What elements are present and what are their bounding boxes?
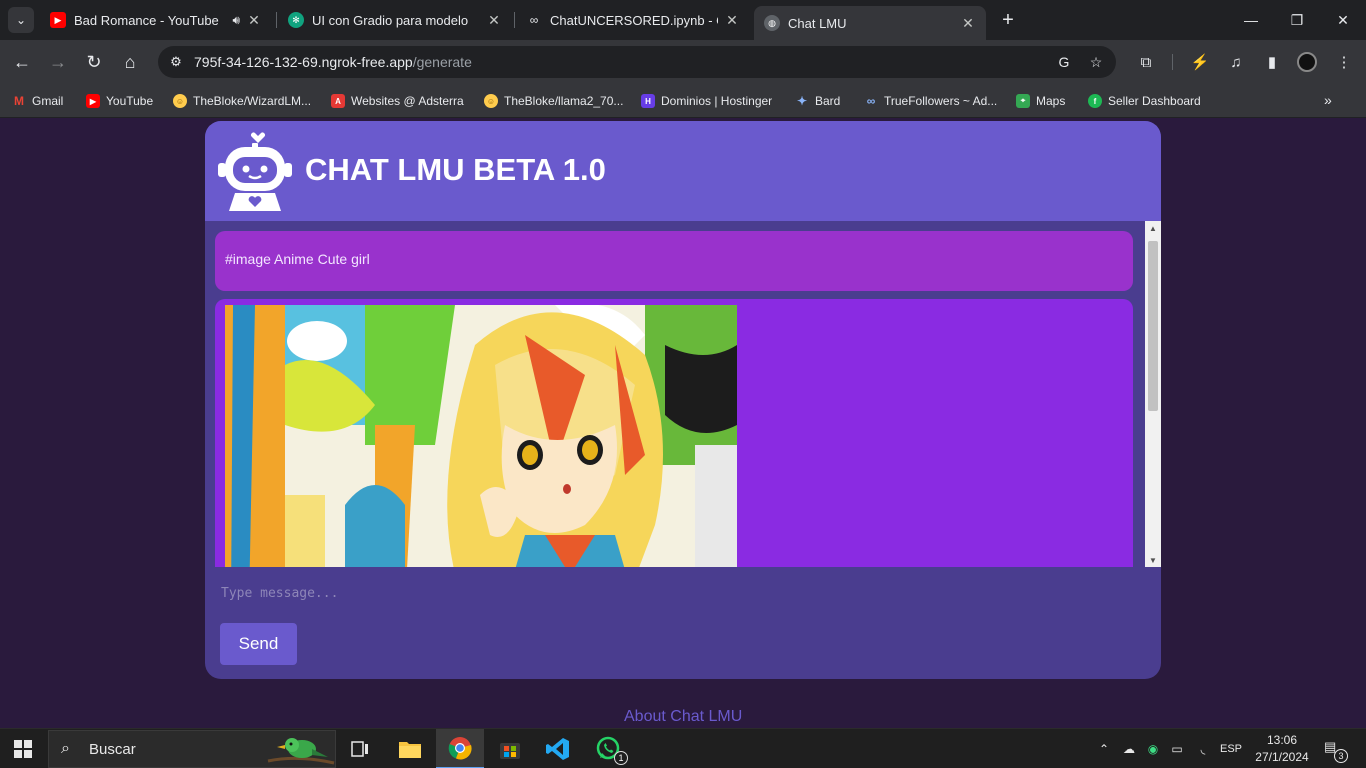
chat-container: CHAT LMU BETA 1.0 #image Anime Cute girl	[205, 121, 1161, 679]
user-message: #image Anime Cute girl	[215, 231, 1133, 291]
file-explorer-icon[interactable]	[386, 729, 434, 768]
scroll-down-icon[interactable]: ▼	[1145, 553, 1161, 567]
onedrive-icon[interactable]: ☁	[1120, 739, 1138, 759]
message-input[interactable]	[215, 579, 1135, 607]
menu-icon[interactable]: ⋮	[1332, 50, 1356, 74]
close-tab-icon[interactable]: ✕	[246, 12, 262, 29]
chat-title: CHAT LMU BETA 1.0	[305, 152, 606, 187]
gmail-icon: M	[14, 94, 24, 108]
vpn-icon[interactable]: ◉	[1144, 739, 1162, 759]
bookmark-gmail[interactable]: M Gmail	[12, 92, 63, 110]
language-indicator[interactable]: ESP	[1218, 739, 1244, 759]
url-path: /generate	[412, 54, 472, 70]
search-highlight-bird-icon	[267, 738, 335, 765]
minimize-button[interactable]: —	[1228, 0, 1274, 40]
address-bar[interactable]: ⚙ 795f-34-126-132-69.ngrok-free.app/gene…	[158, 46, 1116, 78]
about-link[interactable]: About Chat LMU	[624, 708, 742, 726]
tab-gradio[interactable]: ✻ UI con Gradio para modelo ✕	[278, 6, 512, 34]
vscode-icon[interactable]	[534, 729, 582, 768]
battery-icon[interactable]: ▭	[1168, 739, 1186, 759]
windows-start-icon[interactable]	[14, 740, 32, 758]
generated-anime-image	[225, 305, 737, 567]
close-tab-icon[interactable]: ✕	[960, 15, 976, 32]
messages-scrollbar[interactable]: ▲ ▼	[1145, 221, 1161, 567]
bookmark-wizardlm[interactable]: ☺ TheBloke/WizardLM...	[173, 92, 311, 110]
bookmarks-bar: M Gmail ▶ YouTube ☺ TheBloke/WizardLM... AW…	[0, 84, 1366, 118]
notification-count-badge: 3	[1334, 749, 1348, 763]
more-bookmarks-icon[interactable]: »	[1324, 92, 1332, 108]
search-icon: ⌕	[61, 740, 70, 757]
hostinger-icon: H	[641, 94, 655, 108]
bot-message	[215, 299, 1133, 567]
profile-avatar[interactable]	[1297, 52, 1317, 72]
bookmark-bard[interactable]: ✦ Bard	[795, 92, 840, 110]
new-tab-button[interactable]: +	[996, 8, 1020, 32]
bookmark-llama2[interactable]: ☺ TheBloke/llama2_70...	[484, 92, 623, 110]
clock-time: 13:06	[1266, 733, 1298, 747]
browser-toolbar: ← → ↻ ⌂ ⚙ 795f-34-126-132-69.ngrok-free.…	[0, 40, 1366, 84]
translate-icon[interactable]: G	[1054, 52, 1074, 72]
youtube-icon: ▶	[50, 12, 66, 28]
huggingface-icon: ☺	[484, 94, 498, 108]
send-button[interactable]: Send	[220, 623, 297, 665]
tab-bad-romance[interactable]: ▶ Bad Romance - YouTube 🔊︎ ✕	[40, 6, 272, 34]
back-icon[interactable]: ←	[8, 48, 36, 76]
bookmark-adsterra[interactable]: A Websites @ Adsterra	[331, 92, 464, 110]
side-panel-icon[interactable]: ▮	[1260, 50, 1284, 74]
tab-colab[interactable]: ∞ ChatUNCERSORED.ipynb - Cola ✕	[516, 6, 750, 34]
url-host: 795f-34-126-132-69.ngrok-free.app	[194, 54, 413, 70]
show-hidden-icons[interactable]: ⌃	[1096, 739, 1112, 759]
home-icon[interactable]: ⌂	[116, 48, 144, 76]
page-content: CHAT LMU BETA 1.0 #image Anime Cute girl	[0, 119, 1366, 728]
speaker-icon[interactable]: 🔊︎	[232, 13, 240, 28]
chat-header: CHAT LMU BETA 1.0	[205, 121, 1161, 221]
whatsapp-badge: 1	[614, 751, 628, 765]
clock-date: 27/1/2024	[1255, 750, 1309, 764]
bookmark-seller-dashboard[interactable]: f Seller Dashboard	[1088, 92, 1201, 110]
bookmark-youtube[interactable]: ▶ YouTube	[86, 92, 153, 110]
task-view-icon[interactable]	[336, 729, 384, 768]
microsoft-store-icon[interactable]	[486, 729, 534, 768]
system-clock[interactable]: 13:06 27/1/2024	[1250, 732, 1314, 766]
adsterra-icon: A	[331, 94, 345, 108]
whatsapp-icon[interactable]: 1	[584, 729, 632, 768]
site-info-icon[interactable]: ⚙	[166, 52, 186, 72]
media-control-icon[interactable]: ♫	[1224, 50, 1248, 74]
seller-icon: f	[1088, 94, 1102, 108]
openai-icon: ✻	[288, 12, 304, 28]
extensions-icon[interactable]: ⧉	[1134, 50, 1158, 74]
bookmark-hostinger[interactable]: H Dominios | Hostinger	[641, 92, 772, 110]
bookmark-truefollowers[interactable]: ∞ TrueFollowers ~ Ad...	[864, 92, 998, 110]
wifi-icon[interactable]: ◟	[1194, 739, 1212, 759]
scrollbar-thumb[interactable]	[1148, 241, 1158, 411]
close-tab-icon[interactable]: ✕	[724, 12, 740, 29]
browser-tab-bar: ⌄ ▶ Bad Romance - YouTube 🔊︎ ✕ ✻ UI con …	[0, 0, 1366, 40]
close-tab-icon[interactable]: ✕	[486, 12, 502, 29]
bard-icon: ✦	[796, 94, 808, 108]
truefollowers-icon: ∞	[866, 94, 876, 108]
bookmark-star-icon[interactable]: ☆	[1086, 52, 1106, 72]
messages-panel: #image Anime Cute girl ▲ ▼	[205, 221, 1161, 567]
windows-taskbar: ⌕ Buscar 1 ⌃ ☁ ◉ ▭ ◟ ESP 13:06 27/1/2024…	[0, 728, 1366, 768]
scroll-up-icon[interactable]: ▲	[1145, 221, 1161, 235]
tab-search-icon[interactable]: ⌄	[8, 7, 34, 33]
performance-icon[interactable]: ⚡	[1188, 50, 1212, 74]
tab-chat-lmu[interactable]: ◍ Chat LMU ✕	[754, 6, 986, 40]
close-window-button[interactable]: ✕	[1320, 0, 1366, 40]
forward-icon[interactable]: →	[44, 48, 72, 76]
bookmark-maps[interactable]: ⌖ Maps	[1016, 92, 1065, 110]
reload-icon[interactable]: ↻	[80, 48, 108, 76]
chrome-taskbar-icon[interactable]	[436, 729, 484, 768]
youtube-icon: ▶	[86, 94, 100, 108]
colab-icon: ∞	[529, 13, 539, 27]
huggingface-icon: ☺	[173, 94, 187, 108]
input-area: Send	[205, 567, 1161, 679]
restore-button[interactable]: ❐	[1274, 0, 1320, 40]
maps-icon: ⌖	[1016, 94, 1030, 108]
robot-logo-icon	[218, 132, 292, 211]
globe-icon: ◍	[764, 15, 780, 31]
